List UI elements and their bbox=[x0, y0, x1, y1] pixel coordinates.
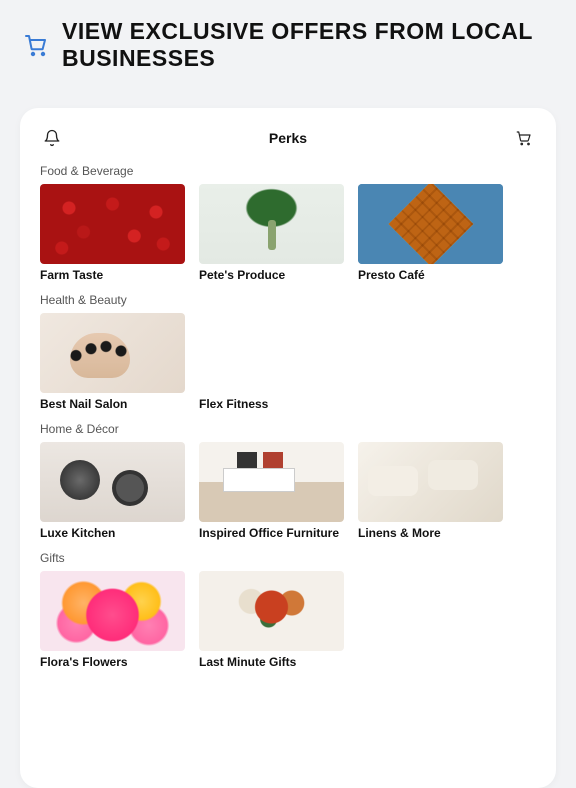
perk-item[interactable]: Flex Fitness bbox=[199, 313, 344, 412]
perk-label: Flex Fitness bbox=[199, 397, 344, 412]
thumb-nails bbox=[40, 313, 185, 393]
thumb-linens bbox=[358, 442, 503, 522]
perk-item[interactable]: Luxe Kitchen bbox=[40, 442, 185, 541]
perk-label: Presto Café bbox=[358, 268, 503, 283]
section-title-food: Food & Beverage bbox=[40, 164, 536, 178]
perk-label: Luxe Kitchen bbox=[40, 526, 185, 541]
perk-label: Flora's Flowers bbox=[40, 655, 185, 670]
perk-item[interactable]: Last Minute Gifts bbox=[199, 571, 344, 670]
cart-outline-icon[interactable] bbox=[512, 126, 536, 150]
banner-title: VIEW EXCLUSIVE OFFERS FROM LOCAL BUSINES… bbox=[62, 18, 552, 72]
thumb-flora bbox=[40, 571, 185, 651]
perk-label: Farm Taste bbox=[40, 268, 185, 283]
perk-label: Inspired Office Furniture bbox=[199, 526, 344, 541]
perk-label: Linens & More bbox=[358, 526, 503, 541]
bell-icon[interactable] bbox=[40, 126, 64, 150]
thumb-office bbox=[199, 442, 344, 522]
perk-item[interactable]: Linens & More bbox=[358, 442, 503, 541]
perk-label: Pete's Produce bbox=[199, 268, 344, 283]
section-title-health: Health & Beauty bbox=[40, 293, 536, 307]
grid-health: Best Nail Salon Flex Fitness bbox=[40, 313, 536, 412]
page-title: Perks bbox=[64, 130, 512, 146]
perk-item[interactable]: Presto Café bbox=[358, 184, 503, 283]
thumb-waffle bbox=[358, 184, 503, 264]
top-bar: Perks bbox=[40, 126, 536, 150]
perks-card: Perks Food & Beverage Farm Taste Pete's … bbox=[20, 108, 556, 788]
section-title-gifts: Gifts bbox=[40, 551, 536, 565]
thumb-gifts bbox=[199, 571, 344, 651]
thumb-broccoli bbox=[199, 184, 344, 264]
promo-banner: VIEW EXCLUSIVE OFFERS FROM LOCAL BUSINES… bbox=[0, 0, 576, 82]
thumb-strawberries bbox=[40, 184, 185, 264]
grid-home: Luxe Kitchen Inspired Office Furniture L… bbox=[40, 442, 536, 541]
perk-item[interactable]: Farm Taste bbox=[40, 184, 185, 283]
perk-label: Last Minute Gifts bbox=[199, 655, 344, 670]
perk-item[interactable]: Pete's Produce bbox=[199, 184, 344, 283]
perk-item[interactable]: Inspired Office Furniture bbox=[199, 442, 344, 541]
thumb-pans bbox=[40, 442, 185, 522]
perk-item[interactable]: Flora's Flowers bbox=[40, 571, 185, 670]
perk-label: Best Nail Salon bbox=[40, 397, 185, 412]
section-title-home: Home & Décor bbox=[40, 422, 536, 436]
grid-gifts: Flora's Flowers Last Minute Gifts bbox=[40, 571, 536, 670]
thumb-blank bbox=[199, 313, 344, 393]
grid-food: Farm Taste Pete's Produce Presto Café bbox=[40, 184, 536, 283]
perk-item[interactable]: Best Nail Salon bbox=[40, 313, 185, 412]
cart-icon bbox=[24, 33, 48, 57]
